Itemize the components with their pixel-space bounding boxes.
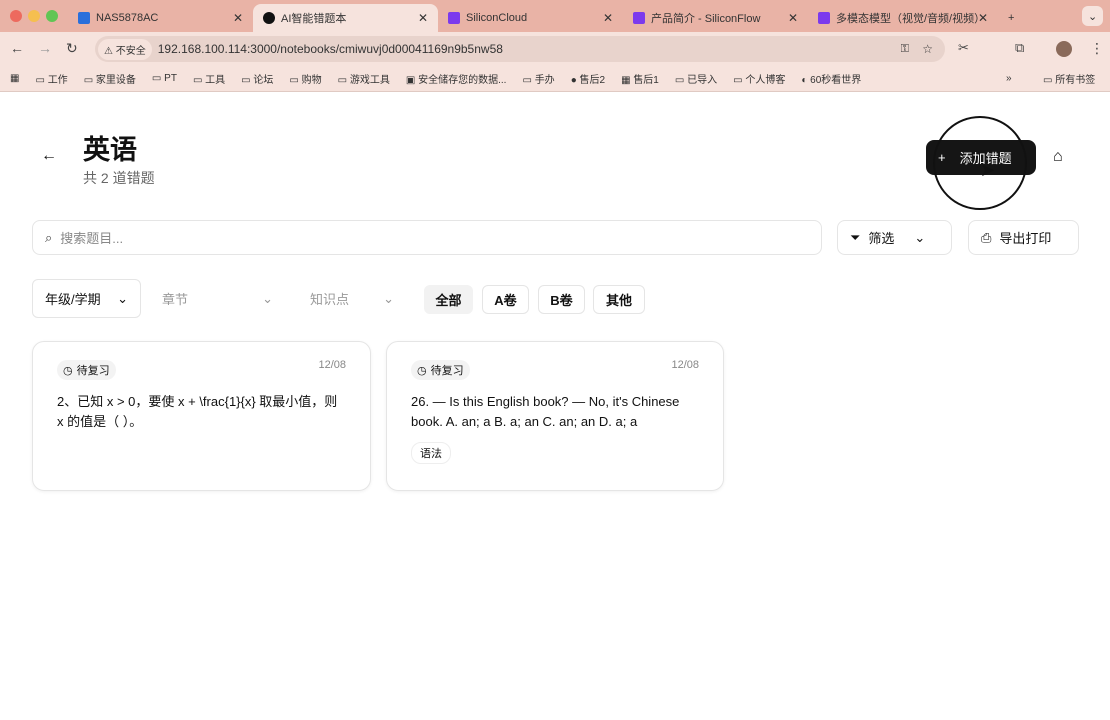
security-indicator[interactable]: ⚠ 不安全 [98, 38, 152, 60]
chevron-down-icon: ⌄ [117, 290, 128, 306]
chevron-down-icon: ⌄ [262, 290, 273, 306]
extension-icon[interactable]: ✂ [958, 40, 969, 56]
tab-title: 产品简介 - SiliconFlow [651, 13, 761, 25]
search-icon: ⌕ [45, 229, 53, 245]
chapter-value: 章节 [162, 292, 189, 307]
filter-button[interactable]: ⏷ 筛选 ⌄ [837, 220, 952, 255]
url-text: 192.168.100.114:3000/notebooks/cmiwuvj0d… [157, 42, 503, 56]
all-bookmarks[interactable]: ▭ 所有书签 [1043, 71, 1095, 86]
reload-icon[interactable]: ↻ [66, 40, 78, 57]
tab-title: AI智能错题本 [281, 13, 347, 25]
question-card[interactable]: ◷ 待复习 12/08 26. — Is this English book? —… [386, 341, 724, 491]
export-print-button[interactable]: ⎙ 导出打印 [968, 220, 1079, 255]
tab-siliconflow[interactable]: 产品简介 - SiliconFlow ✕ [623, 4, 808, 32]
question-count: 共 2 道错题 [83, 170, 155, 186]
more-bookmarks-icon[interactable]: » [1006, 73, 1012, 84]
new-tab-button[interactable]: + [998, 4, 1024, 32]
knowledge-value: 知识点 [310, 292, 350, 307]
bookmark[interactable]: ▭ 工具 [193, 71, 225, 86]
bookmark[interactable]: ▭ 已导入 [675, 71, 717, 86]
chip-all[interactable]: 全部 [424, 285, 473, 314]
tag-badge: 语法 [411, 442, 451, 464]
filter-icon: ⏷ [850, 229, 861, 245]
question-text: 26. — Is this English book? — No, it's C… [411, 394, 680, 429]
printer-icon: ⎙ [981, 229, 992, 245]
search-placeholder: 搜索题目... [60, 231, 124, 246]
bookmark[interactable]: ▭ 论坛 [241, 71, 273, 86]
chip-other[interactable]: 其他 [593, 285, 645, 314]
tab-nas[interactable]: NAS5878AC ✕ [68, 4, 253, 32]
tab-title: SiliconCloud [466, 12, 528, 24]
tab-list-icon[interactable]: ⌄ [1082, 6, 1104, 26]
menu-icon[interactable]: ⋮ [1090, 40, 1104, 57]
clock-icon: ◷ [417, 364, 427, 377]
filter-label: 筛选 [868, 231, 895, 246]
page-title: 英语 [83, 135, 137, 165]
knowledge-select[interactable]: 知识点 ⌄ [298, 279, 406, 318]
bookmark[interactable]: ▦ 售后1 [621, 71, 659, 86]
forward-icon[interactable]: → [38, 40, 52, 56]
bookmarks-bar: ▦ ▭ 工作 ▭ 家里设备 ▭ PT ▭ 工具 ▭ 论坛 ▭ 购物 ▭ 游戏工具… [0, 66, 1110, 92]
cursor-icon: ➤ [980, 160, 996, 180]
bookmark[interactable]: ▭ 个人博客 [733, 71, 785, 86]
back-icon[interactable]: ← [10, 40, 24, 56]
bookmark[interactable]: ◐ 60秒看世界 [801, 71, 861, 86]
bookmark[interactable]: ▭ 购物 [289, 71, 321, 86]
tab-ai[interactable]: AI智能错题本 ✕ [253, 4, 438, 32]
bookmark[interactable]: ▭ 工作 [35, 71, 67, 86]
status-badge: ◷ 待复习 [411, 360, 470, 380]
tab-multimodal[interactable]: 多模态模型（视觉/音频/视频） ✕ [808, 4, 998, 32]
bookmark[interactable]: ▭ 手办 [522, 71, 554, 86]
grade-value: 年级/学期 [45, 292, 101, 307]
tab-title: NAS5878AC [96, 12, 159, 24]
close-icon[interactable]: ✕ [603, 11, 613, 25]
key-icon[interactable]: ⚿ [901, 43, 909, 56]
search-input[interactable]: ⌕ 搜索题目... [32, 220, 822, 255]
apps-icon[interactable]: ▦ [10, 73, 19, 84]
question-text: 2、已知 x > 0，要使 x + \frac{1}{x} 取最小值，则 x 的… [57, 394, 338, 429]
back-arrow-icon[interactable]: ← [41, 147, 57, 165]
chip-a[interactable]: A卷 [482, 285, 529, 314]
star-icon[interactable]: ☆ [922, 42, 933, 56]
bookmark[interactable]: ▭ 家里设备 [84, 71, 136, 86]
status-badge: ◷ 待复习 [57, 360, 116, 380]
tab-siliconcloud[interactable]: SiliconCloud ✕ [438, 4, 623, 32]
card-date: 12/08 [318, 359, 346, 371]
chevron-down-icon: ⌄ [383, 290, 394, 306]
close-icon[interactable]: ✕ [233, 11, 243, 25]
card-date: 12/08 [671, 359, 699, 371]
home-icon[interactable]: ⌂ [1053, 148, 1063, 166]
export-label: 导出打印 [999, 231, 1052, 246]
bookmark[interactable]: ● 售后2 [571, 71, 605, 86]
bookmark[interactable]: ▭ PT [152, 73, 177, 84]
chip-b[interactable]: B卷 [538, 285, 585, 314]
clock-icon: ◷ [63, 364, 73, 377]
grade-select[interactable]: 年级/学期 ⌄ [32, 279, 141, 318]
avatar[interactable] [1056, 41, 1072, 57]
tab-title: 多模态模型（视觉/音频/视频） [836, 13, 986, 25]
close-icon[interactable]: ✕ [418, 11, 428, 25]
security-label: 不安全 [115, 45, 146, 57]
question-card[interactable]: ◷ 待复习 12/08 2、已知 x > 0，要使 x + \frac{1}{x}… [32, 341, 371, 491]
close-icon[interactable]: ✕ [788, 11, 798, 25]
browser-tab-bar: NAS5878AC ✕ AI智能错题本 ✕ SiliconCloud ✕ 产品简介 -… [0, 0, 1110, 32]
address-bar[interactable]: ⚠ 不安全 192.168.100.114:3000/notebooks/cmi… [95, 36, 945, 62]
extensions-puzzle-icon[interactable]: ⧉ [1015, 40, 1024, 56]
chevron-down-icon: ⌄ [914, 229, 926, 245]
window-controls[interactable] [10, 10, 58, 22]
bookmark[interactable]: ▣ 安全储存您的数据... [406, 71, 507, 86]
close-icon[interactable]: ✕ [978, 11, 988, 25]
bookmark[interactable]: ▭ 游戏工具 [338, 71, 390, 86]
chapter-select[interactable]: 章节 ⌄ [150, 279, 285, 318]
browser-toolbar: ← → ↻ ⚠ 不安全 192.168.100.114:3000/noteboo… [0, 32, 1110, 66]
